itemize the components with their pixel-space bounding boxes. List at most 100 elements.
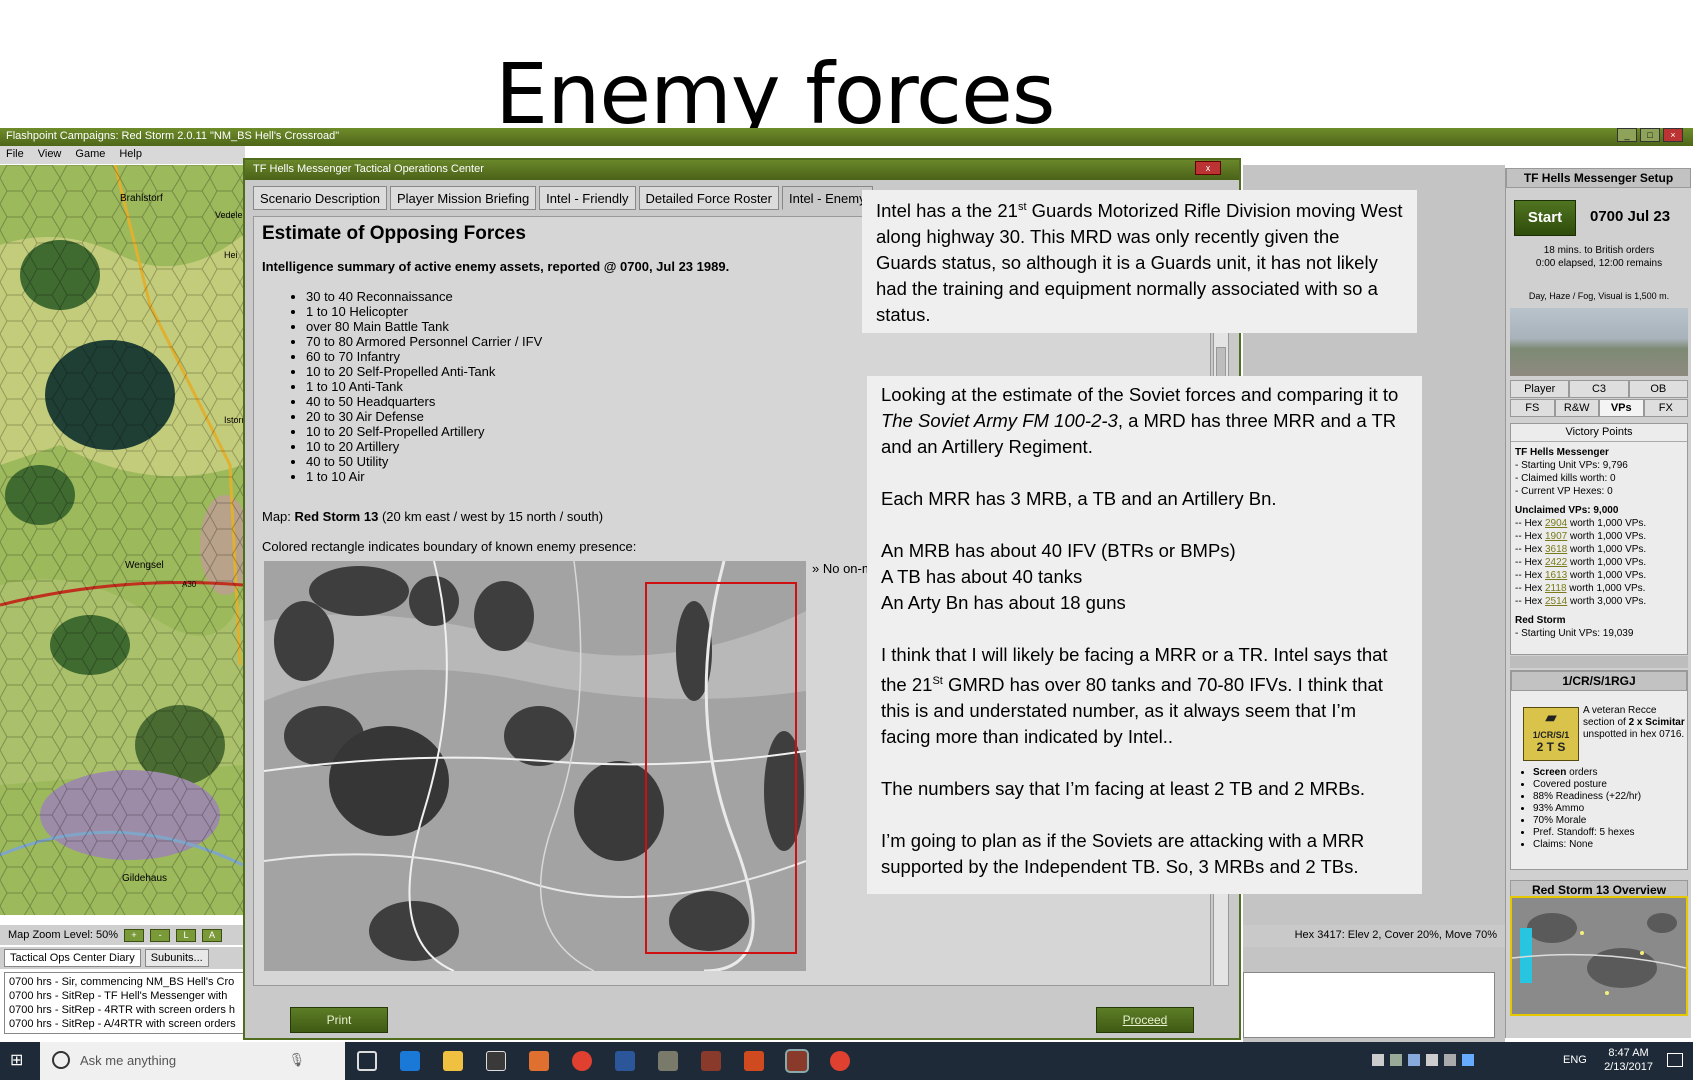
menu-game[interactable]: Game	[75, 148, 105, 162]
tab-scenario-description[interactable]: Scenario Description	[253, 186, 387, 210]
edge-icon[interactable]	[400, 1051, 420, 1071]
list-item: 40 to 50 Headquarters	[306, 394, 542, 409]
toc-title-bar: TF Hells Messenger Tactical Operations C…	[245, 160, 1239, 180]
tab-intel-friendly[interactable]: Intel - Friendly	[539, 186, 636, 210]
tab-c3[interactable]: C3	[1569, 380, 1629, 398]
tab-fs[interactable]: FS	[1510, 399, 1555, 417]
word-icon[interactable]	[615, 1051, 635, 1071]
menu-view[interactable]: View	[38, 148, 62, 162]
estimate-heading: Estimate of Opposing Forces	[262, 223, 526, 244]
vp-scrollbar[interactable]	[1510, 656, 1688, 668]
app-title: Flashpoint Campaigns: Red Storm 2.0.11 "…	[6, 130, 340, 142]
language-indicator[interactable]: ENG	[1563, 1054, 1587, 1066]
tab-player-mission-briefing[interactable]: Player Mission Briefing	[389, 186, 537, 210]
microphone-icon[interactable]: 🎙	[288, 1052, 305, 1068]
tab-ops-diary[interactable]: Tactical Ops Center Diary	[4, 949, 141, 967]
flashpoint-icon[interactable]	[785, 1049, 809, 1073]
proceed-button[interactable]: Proceed	[1096, 1007, 1194, 1033]
vp-worth-prefix: worth	[1566, 583, 1597, 594]
tab-rw[interactable]: R&W	[1554, 399, 1599, 417]
game-icon[interactable]	[658, 1051, 678, 1071]
tab-intel-enemy[interactable]: Intel - Enemy	[782, 186, 873, 210]
powerpoint-icon[interactable]	[744, 1051, 764, 1071]
taskbar: ⊞ Ask me anything 🎙 ENG 8:47 AM 2/13/201…	[0, 1042, 1693, 1080]
tab-subunits[interactable]: Subunits...	[144, 949, 209, 967]
search-input[interactable]: Ask me anything 🎙	[40, 1042, 345, 1080]
chrome-icon[interactable]	[830, 1051, 850, 1071]
tab-fx[interactable]: FX	[1643, 399, 1688, 417]
chrome-icon[interactable]	[572, 1051, 592, 1071]
vp-worth-prefix: worth	[1567, 570, 1598, 581]
list-item: 70 to 80 Armored Personnel Carrier / IFV	[306, 334, 542, 349]
cloud-icon[interactable]	[1444, 1054, 1456, 1066]
callout-paragraph: I think that I will likely be facing a M…	[881, 642, 1408, 750]
callout-sup: st	[1017, 201, 1027, 213]
vp-worth: 1,000	[1597, 531, 1623, 542]
unit-header: 1/CR/S/1RGJ	[1511, 671, 1687, 691]
callout-intel: Intel has a the 21st Guards Motorized Ri…	[862, 190, 1417, 333]
victory-points-panel: Victory Points TF Hells Messenger - Star…	[1510, 423, 1688, 655]
tank-icon: ▰	[1545, 709, 1557, 725]
vp-hex-row: -- Hex 3618 worth 1,000 VPs.	[1515, 543, 1683, 556]
app-icon[interactable]	[529, 1051, 549, 1071]
game-map[interactable]: Brahlstorf Vedele Hei Istorn Wengsel A30…	[0, 165, 243, 915]
vp-hex-prefix: -- Hex	[1515, 583, 1545, 594]
list-item: 70% Morale	[1533, 815, 1641, 827]
task-view-icon[interactable]	[357, 1051, 377, 1071]
windows-start-icon[interactable]: ⊞	[10, 1052, 28, 1070]
vp-hex-link[interactable]: 2904	[1545, 518, 1567, 529]
callout-sup: St	[932, 675, 943, 687]
list-item: Claims: None	[1533, 839, 1641, 851]
tab-ob[interactable]: OB	[1628, 380, 1688, 398]
vp-hex-link[interactable]: 2422	[1545, 557, 1567, 568]
print-button[interactable]: Print	[290, 1007, 388, 1033]
overview-map[interactable]	[1510, 896, 1688, 1016]
network-icon[interactable]	[1372, 1054, 1384, 1066]
vp-hex-link[interactable]: 1907	[1545, 531, 1567, 542]
tray-icon[interactable]	[1390, 1054, 1402, 1066]
unit-counter[interactable]: ▰ 1/CR/S/1 2 T S	[1523, 707, 1579, 761]
callout-paragraph: A TB has about 40 tanks	[881, 566, 1083, 587]
menu-file[interactable]: File	[6, 148, 24, 162]
vp-hex-prefix: -- Hex	[1515, 531, 1545, 542]
minimize-icon[interactable]: _	[1617, 128, 1637, 142]
vp-hex-link[interactable]: 3618	[1545, 544, 1567, 555]
toc-close-button[interactable]: x	[1195, 161, 1221, 175]
tray-icon[interactable]	[1408, 1054, 1420, 1066]
vp-line: - Claimed kills worth: 0	[1515, 473, 1616, 484]
unit-panel: 1/CR/S/1RGJ ▰ 1/CR/S/1 2 T S A veteran R…	[1510, 670, 1688, 870]
volume-icon[interactable]	[1426, 1054, 1438, 1066]
vp-worth-suffix: VPs.	[1621, 583, 1646, 594]
game-map-terrain	[0, 165, 243, 915]
vp-line: - Current VP Hexes: 0	[1515, 486, 1613, 497]
callout-analysis: Looking at the estimate of the Soviet fo…	[867, 376, 1422, 894]
vp-hex-link[interactable]: 2118	[1545, 583, 1567, 594]
unit-description: A veteran Recce section of 2 x Scimitar …	[1583, 705, 1685, 741]
store-icon[interactable]	[486, 1051, 506, 1071]
tab-vps[interactable]: VPs	[1599, 399, 1644, 417]
zoom-in-button[interactable]: +	[124, 928, 145, 942]
map-name: Red Storm 13	[294, 509, 379, 524]
zoom-l-button[interactable]: L	[176, 928, 197, 942]
game-icon[interactable]	[701, 1051, 721, 1071]
tab-player[interactable]: Player	[1510, 380, 1570, 398]
menu-help[interactable]: Help	[119, 148, 142, 162]
unit-counter-strength: 2 T S	[1536, 740, 1566, 754]
file-explorer-icon[interactable]	[443, 1051, 463, 1071]
map-label: Gildehaus	[122, 873, 168, 884]
list-item: 40 to 50 Utility	[306, 454, 542, 469]
vp-hex-link[interactable]: 1613	[1545, 570, 1567, 581]
clock[interactable]: 8:47 AM 2/13/2017	[1604, 1046, 1653, 1074]
setup-tabs-row1: Player C3 OB	[1510, 380, 1688, 398]
vp-hex-link[interactable]: 2514	[1545, 596, 1567, 607]
list-item: 1 to 10 Anti-Tank	[306, 379, 542, 394]
bluetooth-icon[interactable]	[1462, 1054, 1474, 1066]
start-button[interactable]: Start	[1514, 200, 1576, 236]
notification-icon[interactable]	[1667, 1053, 1683, 1067]
tab-detailed-force-roster[interactable]: Detailed Force Roster	[638, 186, 779, 210]
maximize-icon[interactable]: □	[1640, 128, 1660, 142]
zoom-a-button[interactable]: A	[202, 928, 223, 942]
zoom-out-button[interactable]: -	[150, 928, 171, 942]
close-icon[interactable]: ×	[1663, 128, 1683, 142]
vp-hex-list: -- Hex 2904 worth 1,000 VPs. -- Hex 1907 …	[1515, 517, 1683, 608]
